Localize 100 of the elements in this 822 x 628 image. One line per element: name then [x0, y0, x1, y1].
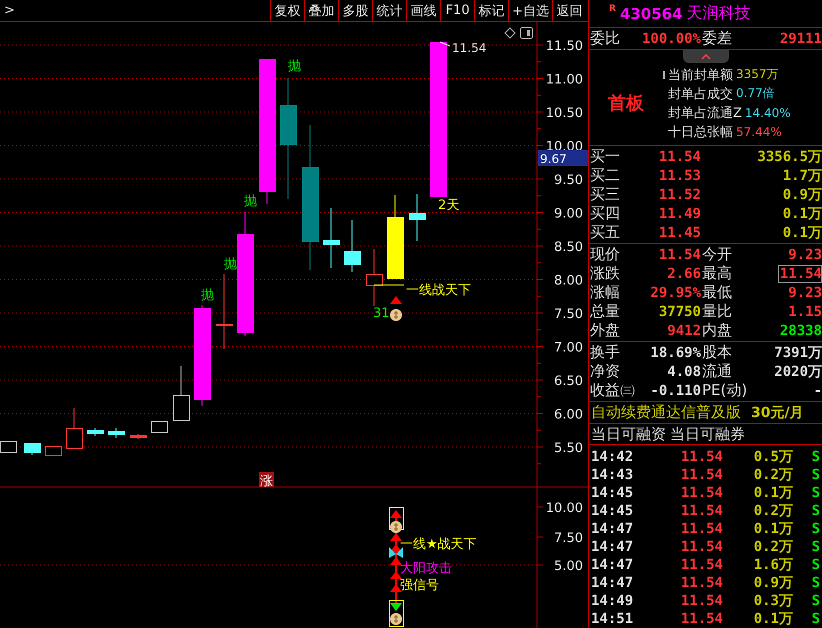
- candlestick: [66, 408, 83, 449]
- signal-label: 抛: [224, 257, 237, 272]
- tick-time: 14:47: [591, 575, 634, 591]
- axis-label: 11.50: [546, 39, 583, 54]
- axis-label: 5.00: [554, 559, 583, 574]
- candlestick: [344, 220, 361, 272]
- candlestick: [173, 366, 190, 421]
- money-bag-icon: [390, 613, 402, 625]
- field-value: 9412: [666, 322, 701, 340]
- field-label: 委比: [589, 29, 621, 48]
- butterfly-icon: [389, 547, 403, 558]
- bid-price: 11.45: [658, 224, 701, 242]
- axis-label: 9.50: [554, 173, 583, 188]
- axis-label: 7.50: [554, 307, 583, 322]
- bid-price: 11.49: [658, 204, 701, 222]
- field-value: 9.23: [787, 284, 822, 302]
- candlestick: [323, 208, 340, 268]
- tick-time: 14:42: [591, 449, 634, 465]
- field-label: 换手: [589, 343, 621, 362]
- field-value: 37750: [658, 302, 701, 320]
- field-value: 29111: [778, 30, 822, 48]
- tick-volume: 0.1万: [752, 484, 793, 502]
- bid-price: 11.53: [658, 166, 701, 184]
- field-value: 0.77倍: [736, 85, 775, 102]
- field-label: 委差: [701, 29, 733, 48]
- field-value: 57.44%: [736, 124, 782, 138]
- tick-price: 11.54: [680, 502, 723, 520]
- tick-volume: 0.1万: [752, 520, 793, 538]
- field-label: PE(动): [701, 381, 748, 400]
- field-label: 外盘: [589, 321, 621, 340]
- tick-volume: 0.3万: [752, 592, 793, 610]
- axis-label: 10.00: [546, 501, 583, 516]
- field-label: 涨幅: [589, 283, 621, 302]
- collapse-button[interactable]: [682, 50, 728, 63]
- candlestick: [45, 446, 62, 456]
- tick-price: 11.54: [680, 484, 723, 502]
- field-label: 最高: [701, 264, 733, 283]
- field-label: 净资: [589, 362, 621, 381]
- field-value: 100.00%: [640, 30, 701, 48]
- up-arrow-icon: [390, 510, 402, 518]
- candlestick: [108, 428, 125, 438]
- ad-link[interactable]: 自动续费通达信普及版: [591, 403, 741, 422]
- up-arrow-icon: [390, 296, 402, 304]
- field-label: 股本: [701, 343, 733, 362]
- field-label: 买三: [589, 185, 621, 204]
- up-arrow-icon: [390, 557, 402, 565]
- bid-volume: 0.1万: [782, 224, 822, 242]
- candlestick: [366, 248, 383, 306]
- margin-label: 当日可融资: [591, 424, 666, 444]
- field-label: 买二: [589, 166, 621, 185]
- signal-label: 抛: [244, 194, 257, 209]
- tick-time: 14:47: [591, 521, 634, 537]
- tick-side: S: [810, 467, 820, 483]
- tick-price: 11.54: [680, 574, 723, 592]
- field-label: 最低: [701, 283, 733, 302]
- bid-volume: 0.1万: [782, 204, 822, 222]
- axis-label: 8.50: [554, 240, 583, 255]
- money-bag-icon: [390, 521, 402, 533]
- breadcrumb-link[interactable]: >: [0, 3, 15, 18]
- field-value: 7391万: [773, 344, 822, 362]
- tick-time: 14:45: [591, 485, 634, 501]
- axis-label: 6.50: [554, 374, 583, 389]
- signal-label: 抛: [201, 288, 214, 303]
- tick-price: 11.54: [680, 592, 723, 610]
- tick-volume: 0.5万: [752, 448, 793, 466]
- tick-side: S: [810, 611, 820, 627]
- field-label: 涨跌: [589, 264, 621, 283]
- axis-label: 11.00: [546, 72, 583, 88]
- field-label: 买五: [589, 223, 621, 242]
- field-label: 总量: [589, 302, 621, 321]
- price-link[interactable]: 30元/月: [751, 404, 804, 422]
- candlestick: [24, 442, 41, 456]
- axis-label: 5.50: [554, 441, 583, 456]
- candlestick: [0, 440, 17, 453]
- field-value: 2.66: [666, 264, 701, 282]
- field-value: 18.69%: [649, 344, 701, 362]
- field-label: 现价: [589, 245, 621, 264]
- money-bag-icon: [390, 309, 402, 321]
- bid-volume: 0.9万: [782, 186, 822, 204]
- signal-label: 2天: [438, 198, 460, 213]
- tick-price: 11.54: [680, 610, 723, 628]
- board-tag: 首板: [589, 91, 663, 115]
- caret-icon: [700, 54, 710, 60]
- tick-side: S: [810, 539, 820, 555]
- signal-label: 抛: [288, 59, 301, 74]
- signal-label: 强信号: [400, 578, 439, 593]
- tick-volume: 0.2万: [752, 502, 793, 520]
- tick-time: 14:47: [591, 557, 634, 573]
- field-label: 封单占流通Z: [668, 104, 742, 122]
- up-arrow-icon: [390, 571, 402, 579]
- field-value: 11.54: [778, 264, 822, 282]
- diamond-icon: [504, 27, 516, 39]
- field-value: 3357万: [736, 66, 779, 83]
- candlestick: [87, 428, 104, 436]
- field-label: 当前封单额: [668, 66, 733, 84]
- stock-code: 430564: [620, 4, 683, 22]
- field-label: 今开: [701, 245, 733, 264]
- price-marker: 9.67: [538, 150, 588, 166]
- toolbar-button[interactable]: +自选: [508, 0, 552, 21]
- tick-side: S: [810, 593, 820, 609]
